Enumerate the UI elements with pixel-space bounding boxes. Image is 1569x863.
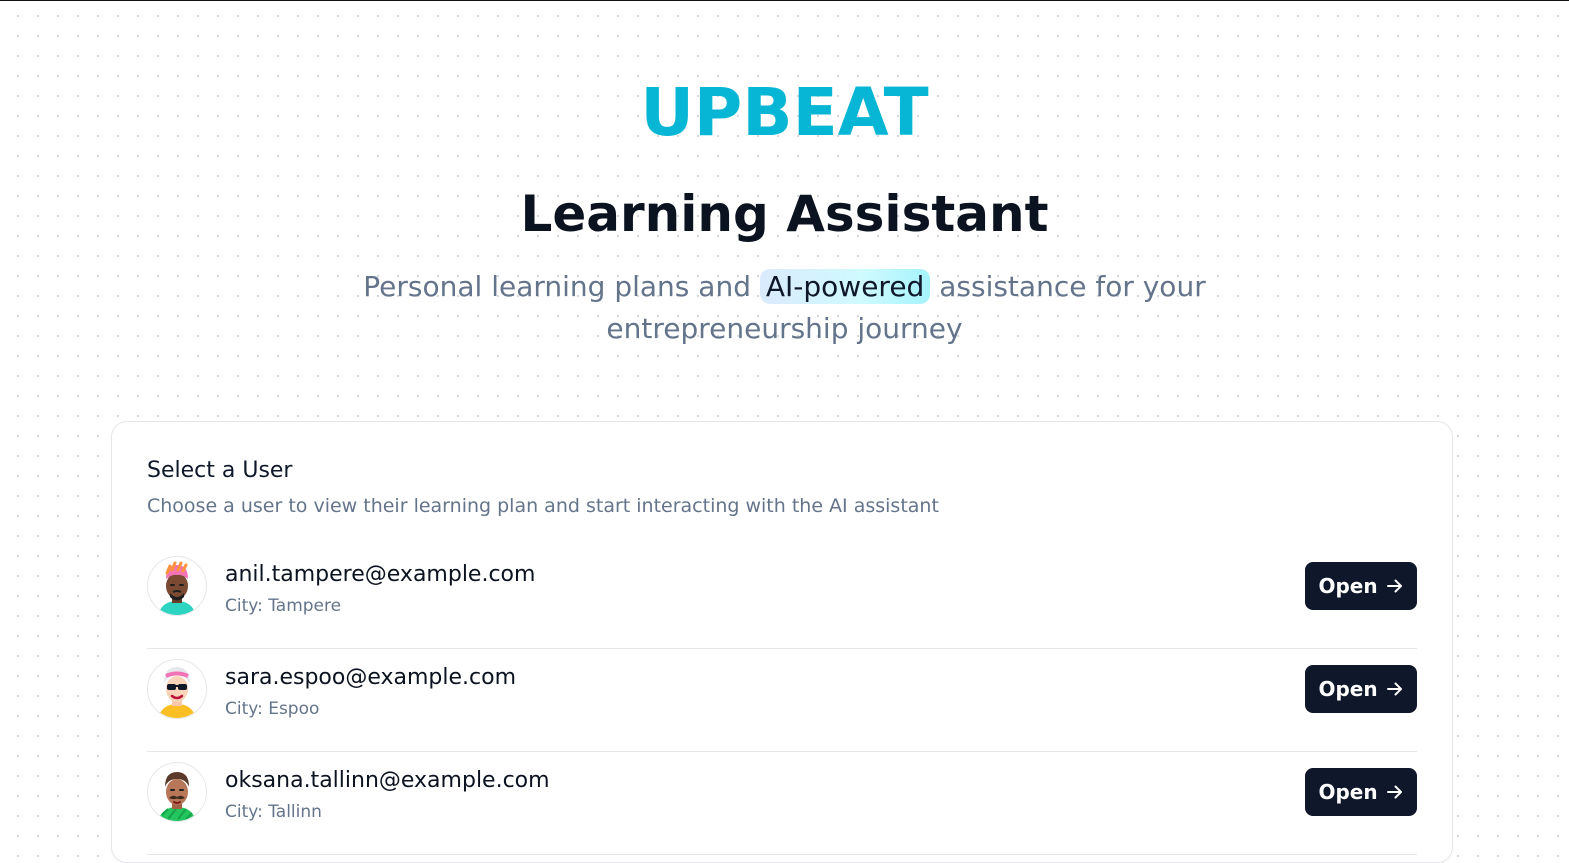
avatar-sunglasses-icon <box>147 659 207 719</box>
avatar-mustache-icon <box>147 762 207 822</box>
arrow-right-icon <box>1386 579 1402 593</box>
user-city: City: Tampere <box>225 596 342 616</box>
user-email: anil.tampere@example.com <box>225 562 536 587</box>
arrow-right-icon <box>1386 682 1402 696</box>
subtitle-line-2: entrepreneurship journey <box>606 312 963 345</box>
top-border <box>0 0 1569 1</box>
card-description: Choose a user to view their learning pla… <box>147 495 939 517</box>
open-user-button[interactable]: Open <box>1305 768 1417 816</box>
open-button-label: Open <box>1318 574 1378 598</box>
page-title: Learning Assistant <box>520 185 1049 243</box>
open-button-label: Open <box>1318 780 1378 804</box>
user-city: City: Tallinn <box>225 802 322 822</box>
user-email: oksana.tallinn@example.com <box>225 768 550 793</box>
user-city: City: Espoo <box>225 699 320 719</box>
user-row[interactable]: anil.tampere@example.com City: Tampere O… <box>147 546 1417 649</box>
subtitle-highlight: AI-powered <box>759 269 931 304</box>
subtitle-text-end: assistance for your <box>939 270 1206 303</box>
user-select-card: Select a User Choose a user to view thei… <box>111 421 1453 863</box>
open-user-button[interactable]: Open <box>1305 562 1417 610</box>
open-user-button[interactable]: Open <box>1305 665 1417 713</box>
page-subtitle: Personal learning plans and AI-powered a… <box>0 266 1569 350</box>
open-button-label: Open <box>1318 677 1378 701</box>
brand-logo: UPBEAT <box>640 74 929 151</box>
user-list: anil.tampere@example.com City: Tampere O… <box>147 546 1417 855</box>
avatar-pink-hair-icon <box>147 556 207 616</box>
user-row[interactable]: oksana.tallinn@example.com City: Tallinn… <box>147 752 1417 855</box>
subtitle-text-start: Personal learning plans and <box>363 270 751 303</box>
arrow-right-icon <box>1386 785 1402 799</box>
card-title: Select a User <box>147 458 293 483</box>
user-row[interactable]: sara.espoo@example.com City: Espoo Open <box>147 649 1417 752</box>
user-email: sara.espoo@example.com <box>225 665 517 690</box>
